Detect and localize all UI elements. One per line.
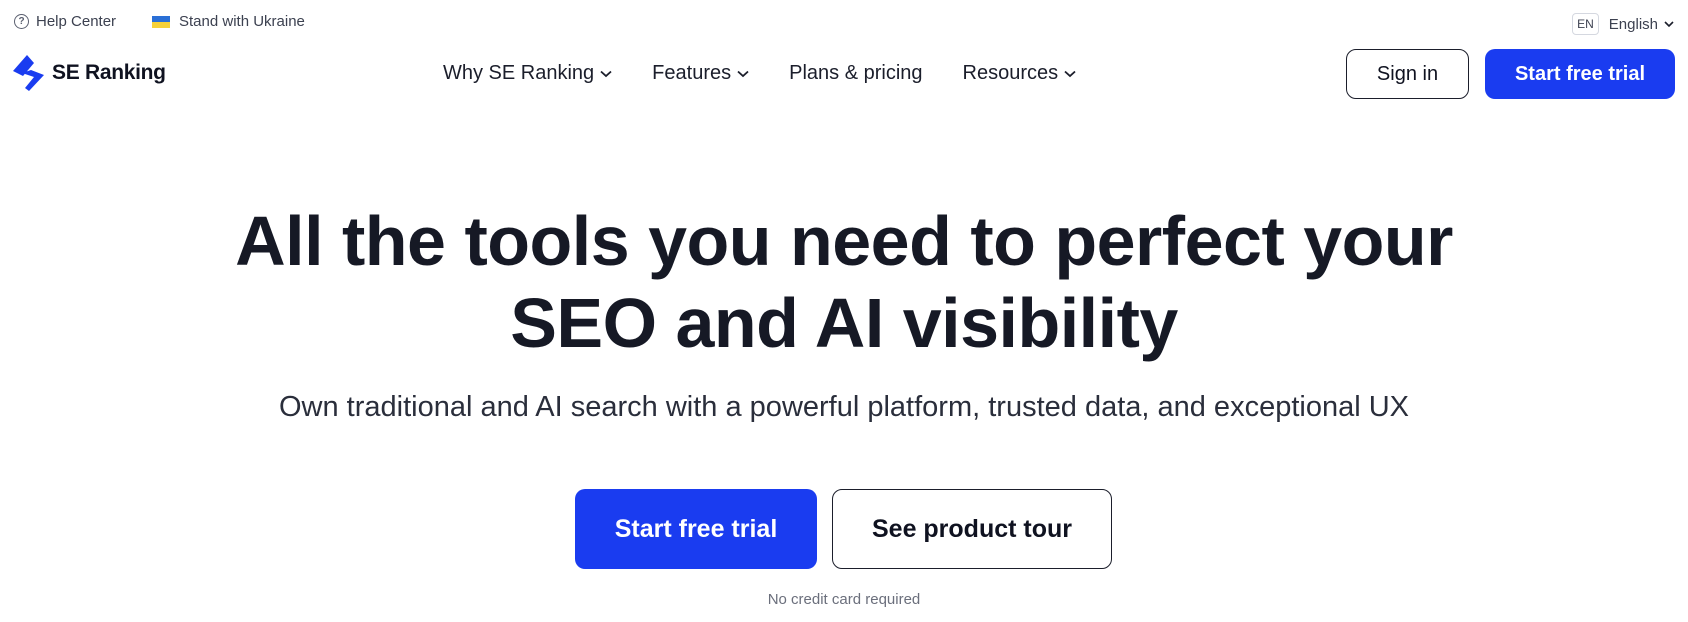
nav-item-label: Plans & pricing xyxy=(789,62,923,84)
stand-with-ukraine-label: Stand with Ukraine xyxy=(179,13,305,30)
main-navigation: SE Ranking Why SE Ranking Features Plans… xyxy=(0,44,1688,104)
nav-item-features[interactable]: Features xyxy=(652,62,749,85)
help-center-link[interactable]: ? Help Center xyxy=(14,13,116,30)
top-utility-bar: ? Help Center Stand with Ukraine EN Engl… xyxy=(0,0,1688,42)
language-selector[interactable]: EN English xyxy=(1572,13,1674,35)
language-code-badge: EN xyxy=(1572,13,1599,35)
see-product-tour-button[interactable]: See product tour xyxy=(832,489,1112,569)
hero-cta-row: Start free trial See product tour xyxy=(575,489,1112,569)
chevron-down-icon xyxy=(600,70,612,77)
question-circle-icon: ? xyxy=(14,14,29,29)
start-free-trial-button[interactable]: Start free trial xyxy=(575,489,817,569)
hero-title-line-1: All the tools you need to perfect your xyxy=(235,202,1453,280)
nav-menu: Why SE Ranking Features Plans & pricing … xyxy=(443,62,1116,85)
nav-item-why-se-ranking[interactable]: Why SE Ranking xyxy=(443,62,612,85)
sign-in-button[interactable]: Sign in xyxy=(1346,49,1469,99)
hero-subtitle: Own traditional and AI search with a pow… xyxy=(278,391,1409,423)
nav-item-label: Why SE Ranking xyxy=(443,62,595,84)
hero-title-line-2: SEO and AI visibility xyxy=(510,284,1178,362)
help-center-label: Help Center xyxy=(36,13,117,30)
se-ranking-logo[interactable]: SE Ranking xyxy=(13,55,166,91)
nav-item-resources[interactable]: Resources xyxy=(963,62,1077,85)
start-free-trial-button-header[interactable]: Start free trial xyxy=(1485,49,1675,99)
hero-title: All the tools you need to perfect your S… xyxy=(0,200,1688,364)
nav-item-label: Resources xyxy=(962,62,1059,84)
ukraine-flag-icon xyxy=(152,15,170,28)
chevron-down-icon xyxy=(1664,20,1674,27)
nav-item-plans-pricing[interactable]: Plans & pricing xyxy=(789,62,922,85)
chevron-down-icon xyxy=(737,70,749,77)
language-label: English xyxy=(1608,15,1658,33)
logo-text: SE Ranking xyxy=(52,61,166,84)
no-credit-card-note: No credit card required xyxy=(767,591,921,608)
nav-item-label: Features xyxy=(652,62,732,84)
chevron-down-icon xyxy=(1064,70,1076,77)
se-ranking-logo-icon xyxy=(13,55,44,91)
stand-with-ukraine-link[interactable]: Stand with Ukraine xyxy=(152,13,305,30)
